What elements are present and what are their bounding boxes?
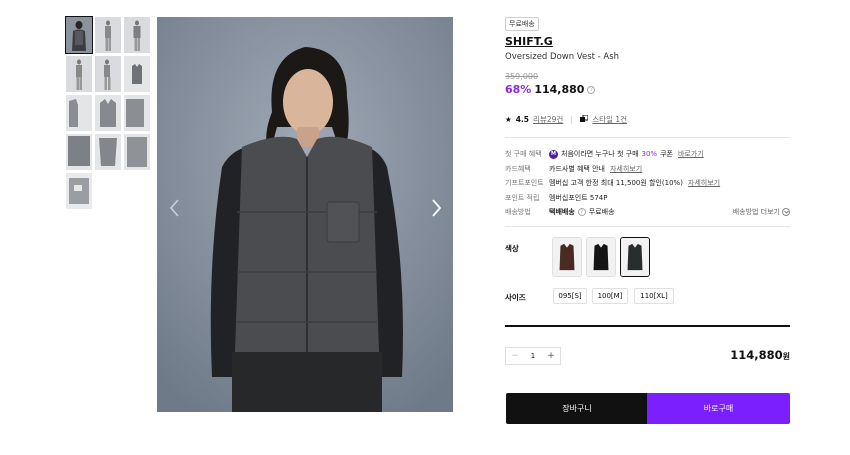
thumbnail-vest-detail-2[interactable] [95,95,121,131]
shipping-row: 배송방법 택배배송 ? 무료배송 배송방법 더보기 [505,205,790,220]
total-price: 114,880원 [730,348,790,362]
color-label: 색상 [505,244,519,253]
first-purchase-label: 첫 구매 혜택 [505,150,542,159]
shipping-more-link[interactable]: 배송방법 더보기 [733,207,790,217]
size-option-xl[interactable]: 110[XL] [634,288,674,304]
size-option-m[interactable]: 100[M] [592,288,628,304]
thumbnail-vest-detail-5[interactable] [95,134,121,170]
next-image-arrow[interactable] [425,197,447,219]
style-icon [580,114,589,124]
original-price: 359,000 [505,72,539,81]
style-link[interactable]: 스타일 1건 [592,114,627,125]
thumbnail-vest-front[interactable] [124,56,150,92]
thumbnail-model-full-1[interactable] [66,56,92,92]
shipping-more-label: 배송방법 더보기 [732,208,780,217]
thumbnail-vest-detail-3[interactable] [124,95,150,131]
points-row: 포인트 적립 멤버십포인트 574P [505,191,790,206]
quantity-decrease-button[interactable]: − [506,348,524,364]
quantity-stepper: − 1 + [505,347,561,365]
buy-now-button[interactable]: 바로구매 [647,393,790,424]
star-icon: ★ [505,115,512,124]
quantity-increase-button[interactable]: + [542,348,560,364]
prev-image-arrow[interactable] [164,197,186,219]
shipping-label: 배송방법 [505,208,531,217]
chevron-down-icon [782,208,790,217]
chevron-left-icon [169,199,179,217]
rating-score: 4.5 [515,115,530,124]
sale-price: 114,880 [534,83,585,96]
shipping-info-icon[interactable]: ? [577,208,586,217]
gift-point-link[interactable]: 자세히보기 [688,178,720,188]
color-swatch-ash[interactable] [620,237,650,277]
shipping-fee: 무료배송 [588,208,615,217]
thumbnail-fabric-detail[interactable] [66,173,92,209]
points-label: 포인트 적립 [505,193,540,202]
points-text: 멤버십포인트 574P [549,193,608,202]
card-benefit-text: 카드사별 혜택 안내 [549,164,605,173]
rating-divider [571,115,573,124]
first-purchase-highlight: 30% [641,150,658,159]
price-row: 68% 114,880 ? [505,83,596,96]
first-purchase-text: 처음이라면 누구나 첫 구매 [561,150,639,159]
divider-top [505,137,790,138]
membership-icon: M [549,149,558,159]
gift-point-row: 기프트포인트 멤버십 고객 한정 최대 11,500원 할인(10%) 자세히보… [505,176,790,191]
thumbnail-model-back[interactable] [124,17,150,53]
quantity-value[interactable]: 1 [524,352,542,360]
divider-middle [505,226,790,227]
total-amount: 114,880 [730,348,783,362]
first-purchase-link[interactable]: 바로가기 [678,149,704,159]
color-swatch-brown[interactable] [552,237,582,277]
rating-row: ★ 4.5 리뷰29건 스타일 1건 [505,114,627,125]
size-label: 사이즈 [505,293,526,302]
reviews-link[interactable]: 리뷰29건 [533,114,563,125]
shipping-method: 택배배송 [549,208,575,217]
thumbnail-vest-detail-4[interactable] [66,134,92,170]
size-option-s[interactable]: 095[S] [553,288,587,304]
discount-rate: 68% [505,83,532,96]
total-unit: 원 [782,352,790,361]
gift-point-text: 멤버십 고객 한정 최대 11,500원 할인(10%) [549,179,683,188]
thumbnail-model-side[interactable] [95,17,121,53]
thumbnail-model-front[interactable] [65,16,93,54]
card-benefit-link[interactable]: 자세히보기 [610,164,642,174]
first-purchase-coupon: 쿠폰 [660,150,673,159]
thumbnail-vest-detail-6[interactable] [124,134,150,170]
chevron-right-icon [432,199,442,217]
thumbnail-model-full-2[interactable] [95,56,121,92]
add-to-cart-button[interactable]: 장바구니 [506,393,648,424]
gift-point-label: 기프트포인트 [505,179,544,188]
benefits-section: 첫 구매 혜택 M 처음이라면 누구나 첫 구매 30% 쿠폰 바로가기 카드혜… [505,147,790,220]
free-shipping-badge: 무료배송 [505,17,539,31]
thumbnail-vest-detail-1[interactable] [66,95,92,131]
product-name: Oversized Down Vest - Ash [505,52,620,62]
brand-link[interactable]: SHIFT.G [505,35,553,48]
price-info-icon[interactable]: ? [587,85,596,94]
card-benefit-row: 카드혜택 카드사별 혜택 안내 자세히보기 [505,162,790,177]
options-divider [505,325,790,327]
first-purchase-row: 첫 구매 혜택 M 처음이라면 누구나 첫 구매 30% 쿠폰 바로가기 [505,147,790,162]
card-benefit-label: 카드혜택 [505,164,531,173]
main-product-image [157,17,453,412]
color-swatch-black[interactable] [586,237,616,277]
